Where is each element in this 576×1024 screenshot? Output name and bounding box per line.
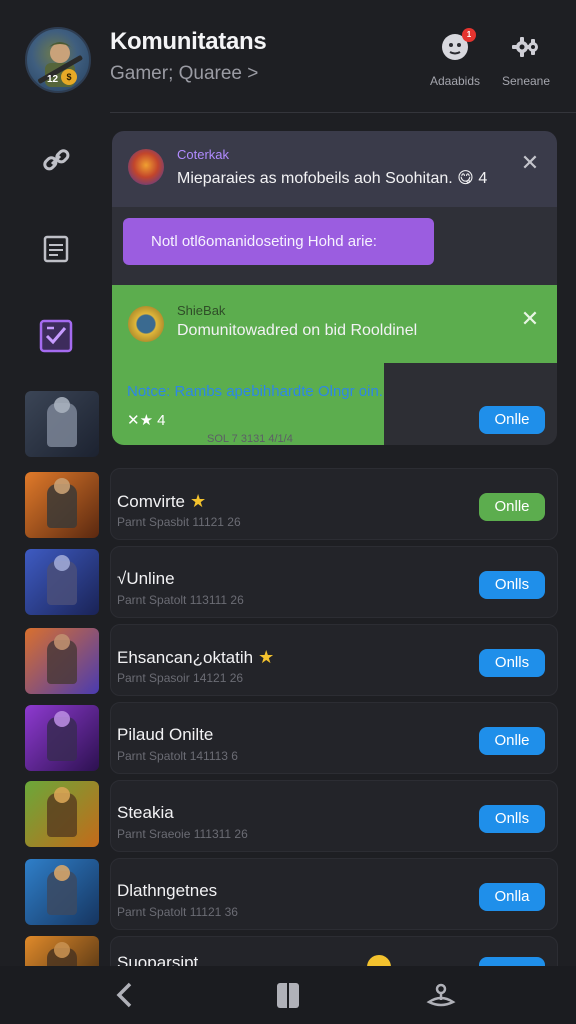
character-head-shape — [54, 711, 70, 727]
game-title-wrap: √Unline — [117, 569, 175, 589]
settings-gear-icon — [511, 32, 541, 62]
game-row[interactable]: Pilaud Onilte Parnt Spatolt 141113 6 Onlle — [110, 702, 558, 774]
bottom-navigation — [0, 966, 576, 1024]
game-thumbnail[interactable] — [25, 859, 99, 925]
notifications-label: Adaabids — [429, 74, 481, 88]
game-subtitle: Parnt Spatolt 141113 6 — [117, 749, 238, 763]
game-thumbnail[interactable] — [25, 705, 99, 771]
game-thumbnail[interactable] — [25, 549, 99, 615]
rating-text: ✕★ 4 — [127, 412, 166, 429]
page-title: Komunitatans — [110, 28, 267, 55]
star-icon: ★ — [185, 491, 207, 511]
game-title: √Unline — [117, 569, 175, 588]
game-title-wrap: Ehsancan¿oktatih ★ — [117, 647, 274, 668]
game-title-wrap: Pilaud Onilte — [117, 725, 213, 745]
faded-text: SOL 7 3131 4/1/4 — [207, 433, 293, 445]
game-thumbnail[interactable] — [25, 391, 99, 457]
game-subtitle: Parnt Spatolt 113111 26 — [117, 593, 244, 607]
character-head-shape — [54, 478, 70, 494]
game-subtitle: Parnt Spatolt 11121 36 — [117, 905, 238, 919]
game-thumbnail[interactable] — [25, 472, 99, 538]
notification-bell-icon: 1 — [440, 28, 476, 62]
notification-footer: Notce: Rambs apebihhardte Olngr oin. ✕★ … — [112, 363, 557, 445]
game-title: Comvirte — [117, 492, 186, 511]
game-row[interactable]: Steakia Parnt Sraeoie 111311 26 Onlls — [110, 780, 558, 852]
game-subtitle: Parnt Spasoir 14121 26 — [117, 671, 244, 685]
online-button[interactable]: Onlle — [479, 406, 545, 434]
notification-card-green[interactable]: ShieBak Domunitowadred on bid Rooldinel … — [112, 285, 557, 363]
book-icon[interactable] — [273, 980, 303, 1010]
close-icon[interactable]: ✕ — [518, 307, 542, 331]
game-subtitle: Parnt Sraeoie 111311 26 — [117, 827, 248, 841]
notification-card[interactable]: Coterkak Mieparaies as mofobeils aoh Soo… — [112, 131, 557, 207]
notification-label-green: ShieBak — [177, 303, 226, 318]
game-title: Steakia — [117, 803, 174, 822]
settings-button[interactable]: Seneane — [491, 32, 561, 88]
soldier-avatar-icon — [38, 42, 83, 87]
avatar[interactable]: 12 $ — [25, 27, 91, 93]
notification-stack: Coterkak Mieparaies as mofobeils aoh Soo… — [112, 131, 557, 445]
character-head-shape — [54, 942, 70, 958]
online-button[interactable]: Onlls — [479, 649, 545, 677]
page-subtitle[interactable]: Gamer; Quaree > — [110, 63, 258, 85]
character-head-shape — [54, 865, 70, 881]
notification-badge: 1 — [462, 28, 476, 42]
character-head-shape — [54, 787, 70, 803]
game-title: Pilaud Onilte — [117, 725, 214, 744]
back-chevron-icon[interactable] — [110, 980, 140, 1010]
star-icon: ★ — [253, 647, 275, 667]
game-thumbnail[interactable] — [25, 628, 99, 694]
game-subtitle: Parnt Spasbit 11121 26 — [117, 515, 241, 529]
settings-label: Seneane — [501, 74, 551, 88]
online-button[interactable]: Onlls — [479, 571, 545, 599]
game-title: Ehsancan¿oktatih — [117, 648, 254, 667]
notifications-button[interactable]: 1 Adaabids — [420, 28, 490, 88]
character-head-shape — [54, 555, 70, 571]
online-button[interactable]: Onlls — [479, 805, 545, 833]
game-row[interactable]: Ehsancan¿oktatih ★ Parnt Spasoir 14121 26… — [110, 624, 558, 696]
online-button[interactable]: Onlla — [479, 883, 545, 911]
purple-action-button[interactable]: Notl otl6omanidoseting Hohd arie: — [123, 218, 434, 265]
close-icon[interactable]: ✕ — [518, 151, 542, 175]
game-row[interactable]: Dlathngetnes Parnt Spatolt 11121 36 Onlla — [110, 858, 558, 930]
notice-text: Notce: Rambs apebihhardte Olngr oin. — [127, 383, 383, 400]
character-head-shape — [54, 397, 70, 413]
header-divider — [110, 112, 576, 113]
checklist-icon[interactable] — [36, 316, 76, 356]
joystick-icon[interactable] — [426, 980, 456, 1010]
online-button[interactable]: Onlle — [479, 493, 545, 521]
game-title-wrap: Steakia — [117, 803, 174, 823]
character-head-shape — [54, 634, 70, 650]
smile-emoji-icon: 😋 — [457, 170, 474, 187]
compass-icon — [128, 306, 164, 342]
game-title-wrap: Dlathngetnes — [117, 881, 217, 901]
game-thumbnail[interactable] — [25, 781, 99, 847]
online-button[interactable]: Onlle — [479, 727, 545, 755]
game-row[interactable]: Comvirte ★ Parnt Spasbit 11121 26 Onlle — [110, 468, 558, 540]
app-header: 12 $ Komunitatans Gamer; Quaree > 1 Adaa… — [0, 0, 576, 112]
coin-icon: $ — [61, 69, 77, 85]
game-title-wrap: Comvirte ★ — [117, 491, 206, 512]
document-icon[interactable] — [36, 228, 76, 268]
game-row[interactable]: √Unline Parnt Spatolt 113111 26 Onlls — [110, 546, 558, 618]
game-title: Dlathngetnes — [117, 881, 218, 900]
avatar-level: 12 — [47, 74, 59, 85]
link-icon[interactable] — [36, 140, 76, 180]
notification-text-green: Domunitowadred on bid Rooldinel — [177, 322, 418, 339]
game-emblem-icon — [128, 149, 164, 185]
notification-text: Mieparaies as mofobeils aoh Soohitan. 😋 … — [177, 170, 488, 187]
notification-label: Coterkak — [177, 147, 230, 162]
